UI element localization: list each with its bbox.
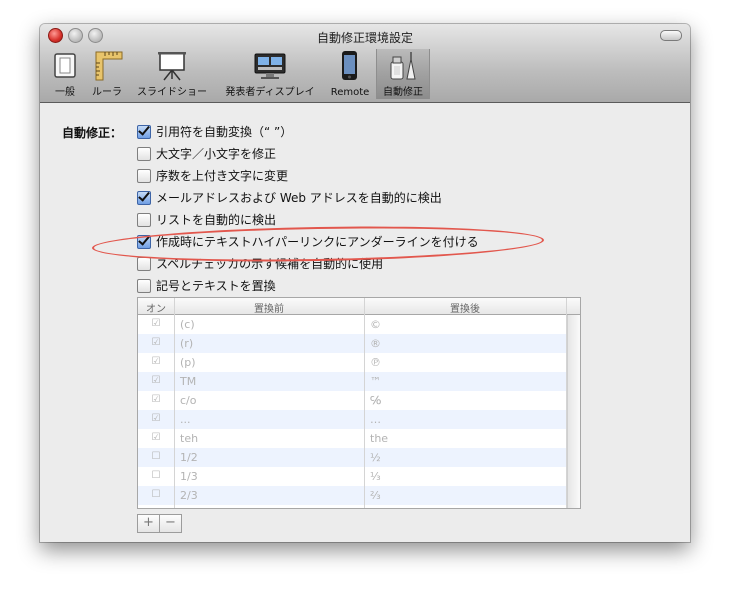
preferences-window: 自動修正環境設定 一般 ルーラ スライドショー 発表者ディスプレイ Remote… [40, 24, 690, 542]
toolbar-item-label: 一般 [55, 87, 75, 98]
checkbox[interactable] [137, 190, 151, 205]
autocorrect-section-label: 自動修正： [62, 126, 123, 140]
toolbar-item-ruler[interactable]: ルーラ [86, 49, 128, 99]
autocorrect-pane: 自動修正： 引用符を自動変換（“ ”） 大文字／小文字を修正 序数を上付き文字に… [40, 103, 690, 542]
presenter-display-icon [218, 49, 322, 81]
table-row[interactable]: ☑ (p) ℗ [138, 353, 580, 372]
column-divider [364, 298, 365, 508]
checkbox[interactable] [137, 168, 151, 183]
toolbar-item-slideshow[interactable]: スライドショー [132, 49, 212, 99]
table-row[interactable]: ☐ 2/3 ⅔ [138, 486, 580, 505]
remove-row-button[interactable]: − [159, 514, 182, 533]
checkbox[interactable] [137, 278, 151, 293]
toolbar-toggle-button[interactable] [660, 30, 682, 41]
toolbar-item-label: 発表者ディスプレイ [225, 87, 315, 98]
table-header: オン 置換前 置換後 [138, 298, 580, 315]
option-detect-lists[interactable]: リストを自動的に検出 [137, 211, 276, 229]
toolbar-item-label: 自動修正 [383, 87, 423, 98]
highlight-oval [91, 223, 545, 265]
checkbox[interactable] [137, 256, 151, 271]
option-superscript-ordinals[interactable]: 序数を上付き文字に変更 [137, 167, 288, 185]
toolbar-item-presenter-display[interactable]: 発表者ディスプレイ [218, 49, 322, 99]
toolbar-item-label: ルーラ [92, 87, 122, 98]
column-header-before[interactable]: 置換前 [174, 300, 364, 315]
table-body: ☑ (c) © ☑ (r) ® ☑ (p) ℗ ☑ TM ™ ☑ c/o ℅ ☑...… ☑ teh t… [138, 315, 580, 505]
toolbar-item-autocorrect[interactable]: 自動修正 [376, 49, 430, 99]
option-fix-capitalization[interactable]: 大文字／小文字を修正 [137, 145, 276, 163]
toolbar-item-label: Remote [330, 87, 370, 98]
toolbar-item-remote[interactable]: Remote [327, 49, 373, 99]
autocorrect-icon [377, 49, 429, 81]
column-header-after[interactable]: 置換後 [364, 300, 566, 315]
table-row[interactable]: ☑ (c) © [138, 315, 580, 334]
window-title: 自動修正環境設定 [316, 31, 413, 45]
column-header-on[interactable]: オン [138, 300, 174, 315]
slideshow-icon [132, 49, 212, 81]
checkbox[interactable] [137, 124, 151, 139]
ruler-icon [86, 49, 128, 81]
option-detect-email-web[interactable]: メールアドレスおよび Web アドレスを自動的に検出 [137, 189, 442, 207]
checkbox[interactable] [137, 146, 151, 161]
table-row[interactable]: ☑ teh the [138, 429, 580, 448]
table-row[interactable]: ☑...… [138, 410, 580, 429]
add-row-button[interactable]: + [137, 514, 160, 533]
toolbar-item-general[interactable]: 一般 [48, 49, 82, 99]
toolbar: 自動修正環境設定 一般 ルーラ スライドショー 発表者ディスプレイ Remote… [40, 24, 690, 103]
replacement-table: オン 置換前 置換後 ☑ (c) © ☑ (r) ® ☑ (p) ℗ ☑ TM ™ ☑ c/o ℅ … [137, 297, 581, 509]
checkbox[interactable] [137, 212, 151, 227]
option-symbol-text-substitution[interactable]: 記号とテキストを置換 [137, 277, 276, 295]
table-row[interactable]: ☑ c/o ℅ [138, 391, 580, 410]
toolbar-item-label: スライドショー [137, 87, 207, 98]
iphone-remote-icon [327, 49, 373, 81]
table-row[interactable]: ☑ (r) ® [138, 334, 580, 353]
table-scrollbar[interactable] [567, 315, 580, 508]
table-row[interactable]: ☐ 1/3 ⅓ [138, 467, 580, 486]
table-row[interactable]: ☑ TM ™ [138, 372, 580, 391]
table-row[interactable]: ☐ 1/2 ½ [138, 448, 580, 467]
general-icon [48, 49, 82, 81]
option-smart-quotes[interactable]: 引用符を自動変換（“ ”） [137, 123, 292, 141]
column-divider [174, 298, 175, 508]
